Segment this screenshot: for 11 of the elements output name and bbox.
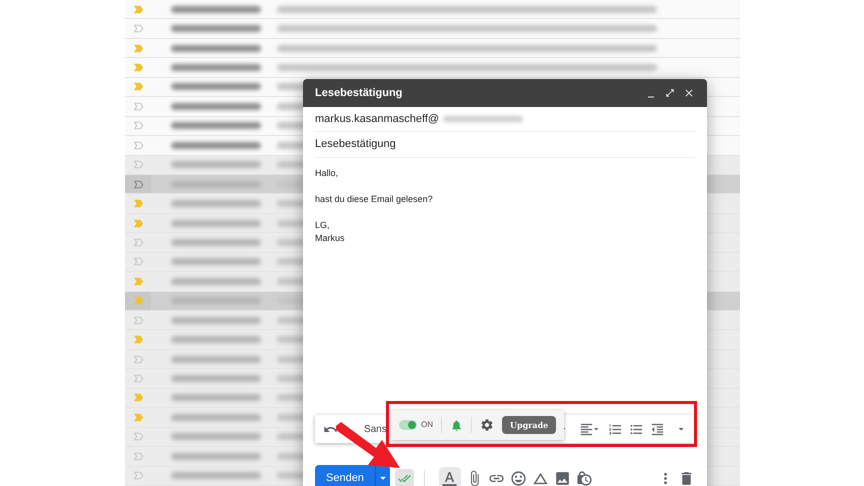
message-text: Hallo,: [315, 167, 340, 180]
message-text: LG, Markus: [315, 219, 346, 245]
send-label[interactable]: Senden: [315, 465, 375, 486]
recipient-field[interactable]: markus.kasanmascheff@: [315, 110, 440, 128]
font-selector[interactable]: Sans: [364, 422, 384, 436]
upgrade-button[interactable]: Upgrade: [502, 416, 556, 434]
send-button[interactable]: Senden: [315, 465, 390, 486]
toggle-label: ON: [421, 419, 433, 431]
subject-field[interactable]: Lesebestätigung: [315, 136, 396, 153]
window-title: Lesebestätigung: [315, 86, 404, 101]
message-text: hast du diese Email gelesen?: [315, 193, 434, 206]
